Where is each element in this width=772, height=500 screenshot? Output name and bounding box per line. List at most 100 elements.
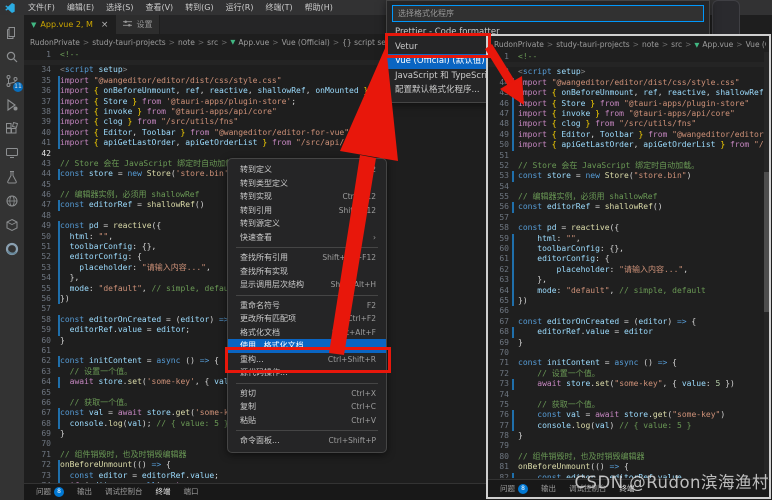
panel-tab[interactable]: 问题 8: [36, 484, 64, 500]
breadcrumb-item[interactable]: RudonPrivate: [30, 38, 80, 47]
breadcrumb-item[interactable]: study-tauri-projects: [556, 40, 629, 49]
menubar-item[interactable]: 选择(S): [100, 0, 139, 15]
code-line[interactable]: 72 // 设置一个值。: [488, 369, 769, 379]
code-line[interactable]: 63 },: [488, 275, 769, 286]
extensions-icon[interactable]: [0, 117, 24, 141]
code-line[interactable]: 65}): [488, 295, 769, 307]
code-line[interactable]: 49 import { Editor, Toolbar } from "@wang…: [488, 129, 769, 141]
code-line[interactable]: 60 toolbarConfig: {},: [488, 244, 769, 255]
code-line[interactable]: 52 // Store 会在 JavaScript 绑定时自动加载。: [488, 161, 769, 171]
code-line[interactable]: 77 console.log(val) // { value: 5 }: [488, 420, 769, 432]
code-editor-right[interactable]: 1 <!-- 43 <script setup> 44 import "@wangedit…: [488, 52, 769, 478]
breadcrumb-item[interactable]: src: [207, 38, 218, 47]
code-line[interactable]: 1 <!--: [488, 52, 769, 62]
context-menu-item[interactable]: 查找所有引用 Shift+Alt+F12: [228, 251, 386, 265]
panel-tab[interactable]: 端口: [184, 484, 199, 500]
code-line[interactable]: 79: [488, 441, 769, 451]
remote-explorer-icon[interactable]: [0, 141, 24, 165]
code-line[interactable]: 54: [488, 182, 769, 192]
menubar-item[interactable]: 文件(F): [22, 0, 61, 15]
tab-close-icon[interactable]: ×: [101, 20, 109, 30]
code-line[interactable]: 66: [488, 306, 769, 316]
code-line[interactable]: 53 const store = new Store("store.bin"): [488, 171, 769, 182]
package-icon[interactable]: [0, 213, 24, 237]
breadcrumb-item[interactable]: note: [642, 40, 659, 49]
run-and-debug-icon[interactable]: [0, 93, 24, 117]
code-line[interactable]: 50 import { apiGetLastOrder, apiGetOrderL…: [488, 140, 769, 151]
edge-browser-icon[interactable]: [0, 237, 24, 261]
code-line[interactable]: 78}: [488, 431, 769, 441]
code-line[interactable]: 59 html: "",: [488, 233, 769, 245]
context-menu-item[interactable]: 转到源定义: [228, 217, 386, 231]
context-menu-item[interactable]: 快速查看 ›: [228, 231, 386, 245]
source-control-icon[interactable]: 11: [0, 69, 24, 93]
code-line[interactable]: 51: [488, 151, 769, 161]
code-line[interactable]: 72 onBeforeUnmount(() => {: [24, 460, 486, 471]
breadcrumb-item[interactable]: src: [671, 40, 682, 49]
breadcrumb-item[interactable]: App.vue: [702, 40, 733, 49]
panel-tab[interactable]: 输出: [77, 484, 92, 500]
editor-tab[interactable]: ▼ App.vue 2, M ×: [24, 15, 117, 34]
code-line[interactable]: 43 <script setup>: [488, 67, 769, 77]
context-menu-item[interactable]: 更改所有匹配项 Ctrl+F2: [228, 312, 386, 326]
code-line[interactable]: 56 const editorRef = shallowRef(): [488, 202, 769, 213]
context-menu-item[interactable]: 粘贴 Ctrl+V: [228, 414, 386, 428]
scrollbar-thumb[interactable]: [764, 172, 769, 312]
code-line[interactable]: 55 // 编辑器实例，必须用 shallowRef: [488, 192, 769, 202]
code-line[interactable]: 73 const editor = editorRef.value;: [24, 470, 486, 482]
scrollbar[interactable]: [764, 52, 769, 478]
menubar-item[interactable]: 查看(V): [139, 0, 179, 15]
search-icon[interactable]: [0, 45, 24, 69]
context-menu-item[interactable]: 命令面板... Ctrl+Shift+P: [228, 434, 386, 448]
context-menu-item[interactable]: 查找所有实现: [228, 265, 386, 279]
context-menu-item[interactable]: 转到引用 Shift+F12: [228, 204, 386, 218]
menubar-item[interactable]: 帮助(H): [299, 0, 339, 15]
breadcrumb-item[interactable]: study-tauri-projects: [92, 38, 165, 47]
context-menu-item[interactable]: 转到定义 F12: [228, 163, 386, 177]
editor-tab[interactable]: 设置: [116, 15, 161, 34]
panel-tab[interactable]: 问题 8: [500, 480, 528, 497]
context-menu-item[interactable]: 剪切 Ctrl+X: [228, 387, 386, 401]
menubar-item[interactable]: 转到(G): [179, 0, 219, 15]
testing-flask-icon[interactable]: [0, 165, 24, 189]
quickpick-input[interactable]: 选择格式化程序: [392, 5, 704, 22]
code-line[interactable]: 64 mode: "default", // simple, default: [488, 285, 769, 296]
menubar-item[interactable]: 终端(T): [259, 0, 298, 15]
code-line[interactable]: 45 import { onBeforeUnmount, ref, reactiv…: [488, 88, 769, 99]
code-line[interactable]: 75 // 获取一个值。: [488, 400, 769, 410]
code-line[interactable]: 57: [488, 213, 769, 223]
menubar-item[interactable]: 运行(R): [220, 0, 260, 15]
context-menu-item[interactable]: 重命名符号 F2: [228, 299, 386, 313]
panel-tab[interactable]: 终端: [155, 484, 171, 500]
code-line[interactable]: 70: [488, 348, 769, 358]
code-line[interactable]: 74: [488, 390, 769, 400]
context-menu-item[interactable]: 转到类型定义: [228, 177, 386, 191]
context-menu-item[interactable]: 复制 Ctrl+C: [228, 400, 386, 414]
code-line[interactable]: 38 import { invoke } from "@tauri-apps/ap…: [24, 106, 486, 118]
breadcrumb-item[interactable]: App.vue: [238, 38, 269, 47]
code-line[interactable]: 46 import { Store } from "@tauri-apps/plu…: [488, 98, 769, 109]
context-menu-item[interactable]: 格式化文档 Shift+Alt+F: [228, 326, 386, 340]
code-line[interactable]: 61 editorConfig: {: [488, 254, 769, 265]
code-line[interactable]: 58 const pd = reactive({: [488, 223, 769, 233]
panel-tab[interactable]: 输出: [541, 480, 556, 497]
code-line[interactable]: 40 import { Editor, Toolbar } from "@wang…: [24, 127, 486, 139]
code-line[interactable]: 48 import { clog } from "/src/utils/fns": [488, 119, 769, 130]
code-line[interactable]: 68 editorRef.value = editor: [488, 327, 769, 338]
menubar-item[interactable]: 编辑(E): [61, 0, 100, 15]
code-line[interactable]: 47 import { invoke } from "@tauri-apps/ap…: [488, 108, 769, 120]
breadcrumb-item[interactable]: note: [178, 38, 195, 47]
explorer-icon[interactable]: [0, 21, 24, 45]
breadcrumb-item[interactable]: Vue (Official): [282, 38, 330, 47]
code-line[interactable]: 76 const val = await store.get("some-key…: [488, 410, 769, 421]
context-menu-item[interactable]: 转到实现 Ctrl+F12: [228, 190, 386, 204]
breadcrumb-item[interactable]: RudonPrivate: [494, 40, 544, 49]
code-line[interactable]: 44 import "@wangeditor/editor/dist/css/st…: [488, 77, 769, 89]
code-line[interactable]: 69}: [488, 338, 769, 348]
code-line[interactable]: 67 const editorOnCreated = (editor) => {: [488, 317, 769, 327]
code-line[interactable]: 41 import { apiGetLastOrder, apiGetOrderL…: [24, 138, 486, 149]
globe-icon[interactable]: [0, 189, 24, 213]
code-line[interactable]: 71 const initContent = async () => {: [488, 358, 769, 368]
breadcrumb-item[interactable]: Vue (Official): [746, 40, 766, 49]
code-line[interactable]: 62 placeholder: "请输入内容...",: [488, 264, 769, 276]
